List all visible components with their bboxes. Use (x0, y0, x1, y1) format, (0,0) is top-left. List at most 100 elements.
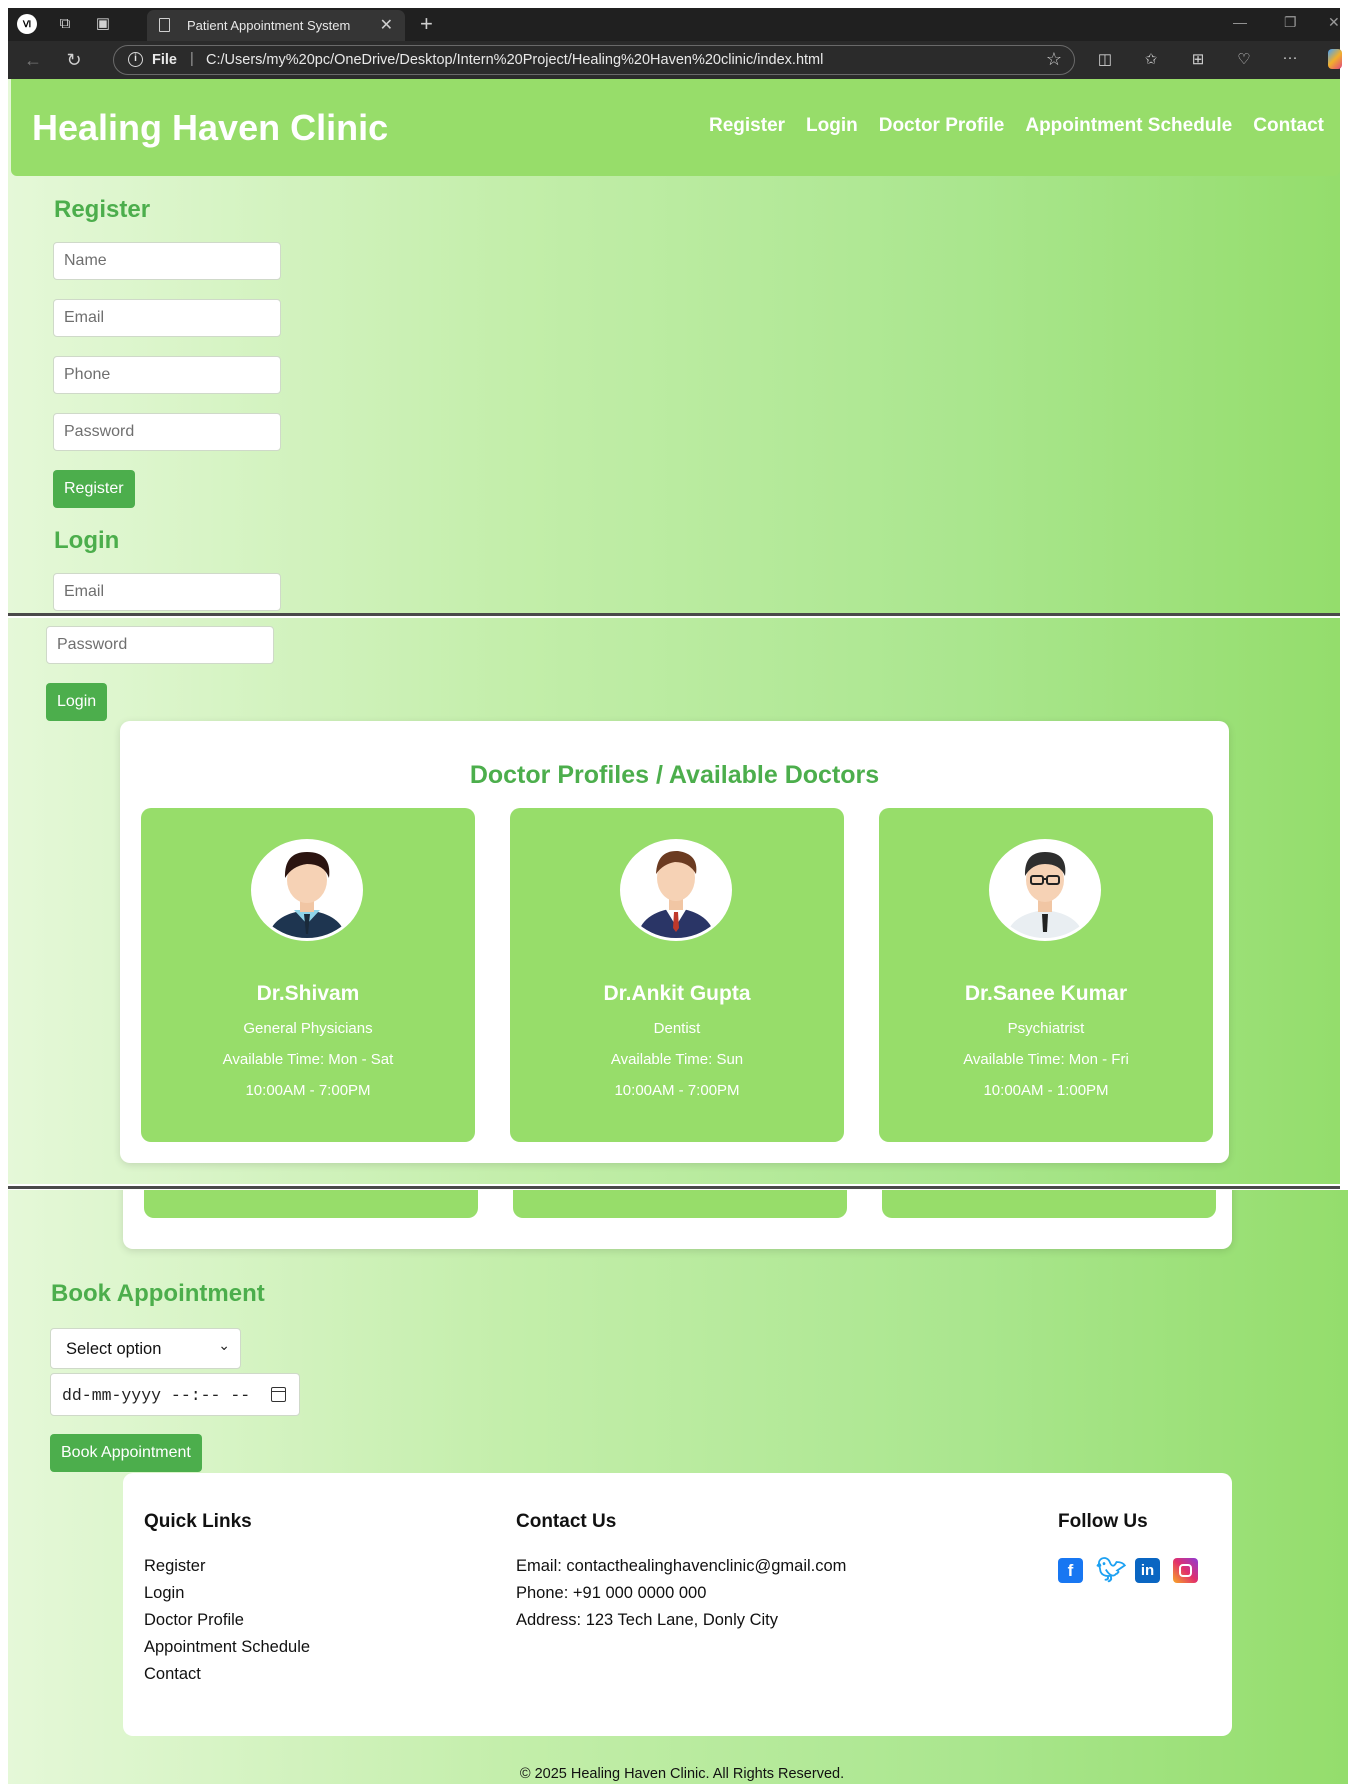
contact-details: Email: contacthealinghavenclinic@gmail.c… (516, 1553, 846, 1634)
page-section-bottom: Book Appointment Select option ⌄ dd-mm-y… (8, 1190, 1348, 1784)
close-window-icon[interactable]: ✕ (1328, 14, 1340, 31)
quick-links-title: Quick Links (144, 1511, 252, 1532)
nav-contact[interactable]: Contact (1253, 115, 1324, 137)
doctor-specialty: Dentist (653, 1020, 701, 1037)
restore-icon[interactable]: ❐ (1284, 14, 1297, 31)
doctor-card[interactable]: Dr.Shivam General Physicians Available T… (141, 808, 475, 1142)
login-button[interactable]: Login (46, 683, 108, 721)
tab-title: Patient Appointment System (187, 18, 351, 33)
browser-address-bar: ← ↻ i File | C:/Users/my%20pc/OneDrive/D… (8, 41, 1342, 79)
twitter-icon[interactable]: 🐦︎ (1096, 1558, 1126, 1583)
book-appointment-button[interactable]: Book Appointment (50, 1434, 202, 1472)
chevron-down-icon: ⌄ (218, 1337, 230, 1353)
register-password-input[interactable] (53, 413, 281, 451)
favorite-star-icon[interactable]: ☆ (1046, 49, 1062, 70)
doctor-availability-hours: 10:00AM - 1:00PM (983, 1082, 1109, 1099)
register-email-input[interactable] (53, 299, 281, 337)
footer-link-doctor-profile[interactable]: Doctor Profile (144, 1611, 244, 1629)
copilot-icon[interactable] (1328, 49, 1342, 69)
footer-link-contact[interactable]: Contact (144, 1665, 201, 1683)
doctor-card (144, 1190, 478, 1218)
nav-appointment-schedule[interactable]: Appointment Schedule (1025, 115, 1232, 137)
doctor-profiles-section-bottom (123, 1190, 1232, 1249)
site-footer: Quick Links Register Login Doctor Profil… (123, 1473, 1232, 1736)
doctor-select[interactable]: Select option ⌄ (50, 1328, 241, 1369)
copyright-text: © 2025 Healing Haven Clinic. All Rights … (519, 1766, 845, 1782)
screenshot-divider (8, 613, 1340, 616)
doctor-availability-days: Available Time: Sun (610, 1051, 744, 1068)
site-header: Healing Haven Clinic Register Login Doct… (11, 79, 1340, 176)
main-nav: Register Login Doctor Profile Appointmen… (709, 115, 1324, 137)
login-email-input[interactable] (53, 573, 281, 611)
register-name-input[interactable] (53, 242, 281, 280)
calendar-icon[interactable] (271, 1387, 286, 1402)
login-password-input[interactable] (46, 626, 274, 664)
doctor-select-value: Select option (66, 1340, 162, 1358)
doctor-avatar (251, 839, 363, 941)
doctor-availability-days: Available Time: Mon - Fri (963, 1051, 1129, 1068)
page-section-middle: Login Doctor Profiles / Available Doctor… (8, 618, 1340, 1184)
info-icon[interactable]: i (128, 52, 143, 67)
favorites-icon[interactable]: ✩ (1140, 50, 1162, 70)
doctor-avatar-icon (623, 842, 729, 938)
doctor-avatar-icon (254, 842, 360, 938)
page-icon (159, 18, 170, 32)
reading-view-icon[interactable]: ◫ (1094, 50, 1116, 70)
browser-tab-bar: Ⅵ ⧉ ▣ Patient Appointment System ✕ + — ❐… (8, 8, 1340, 41)
doctor-card[interactable]: Dr.Ankit Gupta Dentist Available Time: S… (510, 808, 844, 1142)
instagram-icon[interactable] (1173, 1558, 1198, 1583)
doctor-name: Dr.Ankit Gupta (603, 982, 751, 1005)
workspaces-icon[interactable]: ⧉ (54, 14, 76, 34)
register-phone-input[interactable] (53, 356, 281, 394)
doctor-avatar-icon (992, 842, 1098, 938)
doctor-name: Dr.Sanee Kumar (964, 982, 1128, 1005)
nav-register[interactable]: Register (709, 115, 785, 137)
facebook-icon[interactable]: f (1058, 1558, 1083, 1583)
doctor-card[interactable]: Dr.Sanee Kumar Psychiatrist Available Ti… (879, 808, 1213, 1142)
more-menu-icon[interactable]: ··· (1279, 48, 1301, 68)
close-tab-icon[interactable]: ✕ (380, 15, 393, 35)
doctor-name: Dr.Shivam (256, 982, 360, 1005)
doctor-card (513, 1190, 847, 1218)
refresh-icon[interactable]: ↻ (63, 50, 85, 70)
register-button[interactable]: Register (53, 470, 135, 508)
book-appointment-title: Book Appointment (51, 1280, 265, 1307)
site-brand: Healing Haven Clinic (32, 107, 389, 148)
profile-icon[interactable]: Ⅵ (17, 14, 37, 34)
url-separator: | (190, 51, 194, 67)
browser-essentials-icon[interactable]: ♡ (1233, 50, 1255, 70)
minimize-icon[interactable]: — (1233, 14, 1247, 30)
register-title: Register (54, 196, 151, 223)
browser-tab-active[interactable]: Patient Appointment System ✕ (147, 10, 405, 41)
contact-phone: Phone: +91 000 0000 000 (516, 1584, 707, 1602)
doctor-avatar (620, 839, 732, 941)
doctor-profiles-title: Doctor Profiles / Available Doctors (469, 761, 880, 789)
tab-actions-icon[interactable]: ▣ (92, 14, 114, 34)
new-tab-icon[interactable]: + (420, 11, 433, 37)
back-icon[interactable]: ← (22, 50, 44, 70)
doctor-availability-days: Available Time: Mon - Sat (222, 1051, 394, 1068)
follow-us-title: Follow Us (1058, 1511, 1148, 1532)
doctor-availability-hours: 10:00AM - 7:00PM (245, 1082, 371, 1099)
footer-link-login[interactable]: Login (144, 1584, 184, 1602)
nav-doctor-profile[interactable]: Doctor Profile (879, 115, 1005, 137)
screenshot-divider (8, 1186, 1340, 1189)
contact-email: Email: contacthealinghavenclinic@gmail.c… (516, 1557, 847, 1575)
nav-login[interactable]: Login (806, 115, 858, 137)
doctor-card (882, 1190, 1216, 1218)
url-text: C:/Users/my%20pc/OneDrive/Desktop/Intern… (206, 52, 824, 68)
page-section-top: Healing Haven Clinic Register Login Doct… (8, 79, 1340, 613)
url-field[interactable]: i File | C:/Users/my%20pc/OneDrive/Deskt… (113, 45, 1075, 75)
doctor-specialty: General Physicians (243, 1020, 373, 1037)
appointment-datetime-input[interactable]: dd-mm-yyyy --:-- -- (50, 1373, 300, 1416)
contact-address: Address: 123 Tech Lane, Donly City (516, 1611, 779, 1629)
login-title: Login (54, 527, 120, 554)
collections-icon[interactable]: ⊞ (1187, 50, 1209, 70)
linkedin-icon[interactable]: in (1135, 1558, 1160, 1583)
footer-link-appointment-schedule[interactable]: Appointment Schedule (144, 1638, 310, 1656)
contact-us-title: Contact Us (516, 1511, 617, 1532)
footer-link-register[interactable]: Register (144, 1557, 205, 1575)
doctor-avatar (989, 839, 1101, 941)
url-scheme: File (152, 52, 177, 68)
doctor-profiles-section: Doctor Profiles / Available Doctors Dr.S… (120, 721, 1229, 1163)
